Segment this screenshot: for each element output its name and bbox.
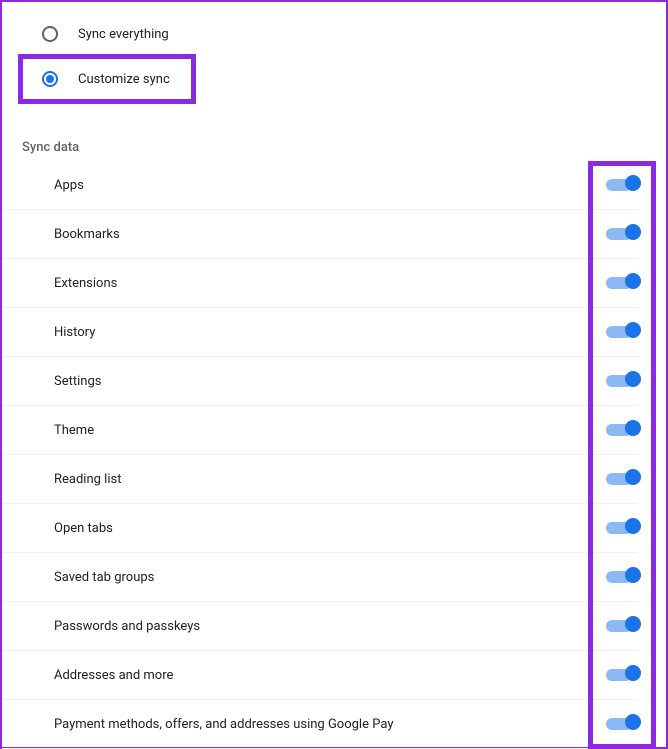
- sync-mode-options: Sync everything Customize sync: [2, 14, 666, 120]
- sync-label: Passwords and passkeys: [54, 619, 200, 634]
- toggle-theme[interactable]: [606, 422, 638, 438]
- toggle-passwords[interactable]: [606, 618, 638, 634]
- sync-row-history: History: [2, 308, 638, 357]
- radio-row-customize-sync[interactable]: Customize sync: [18, 54, 196, 104]
- toggle-thumb: [625, 273, 641, 289]
- toggle-thumb: [625, 175, 641, 191]
- radio-label-customize-sync: Customize sync: [78, 72, 170, 87]
- sync-data-list: Apps Bookmarks Extensions History Settin…: [2, 161, 666, 749]
- toggle-saved-tab-groups[interactable]: [606, 569, 638, 585]
- sync-row-saved-tab-groups: Saved tab groups: [2, 553, 638, 602]
- toggle-open-tabs[interactable]: [606, 520, 638, 536]
- sync-row-passwords: Passwords and passkeys: [2, 602, 638, 651]
- toggle-settings[interactable]: [606, 373, 638, 389]
- sync-label: Bookmarks: [54, 227, 120, 242]
- toggle-thumb: [625, 371, 641, 387]
- sync-row-open-tabs: Open tabs: [2, 504, 638, 553]
- toggle-payment-methods[interactable]: [606, 716, 638, 732]
- sync-row-theme: Theme: [2, 406, 638, 455]
- toggle-addresses[interactable]: [606, 667, 638, 683]
- toggle-thumb: [625, 322, 641, 338]
- sync-data-header: Sync data: [2, 120, 666, 161]
- toggle-thumb: [625, 469, 641, 485]
- toggle-thumb: [625, 420, 641, 436]
- sync-label: Addresses and more: [54, 668, 173, 683]
- toggle-thumb: [625, 665, 641, 681]
- sync-label: Saved tab groups: [54, 570, 154, 585]
- toggle-thumb: [625, 616, 641, 632]
- sync-row-apps: Apps: [2, 161, 638, 210]
- toggle-thumb: [625, 224, 641, 240]
- radio-row-sync-everything[interactable]: Sync everything: [2, 14, 666, 54]
- radio-label-sync-everything: Sync everything: [78, 27, 169, 42]
- toggle-thumb: [625, 518, 641, 534]
- toggle-extensions[interactable]: [606, 275, 638, 291]
- sync-row-reading-list: Reading list: [2, 455, 638, 504]
- toggle-reading-list[interactable]: [606, 471, 638, 487]
- sync-row-payment-methods: Payment methods, offers, and addresses u…: [2, 700, 638, 749]
- sync-label: History: [54, 325, 95, 340]
- sync-row-bookmarks: Bookmarks: [2, 210, 638, 259]
- sync-label: Extensions: [54, 276, 117, 291]
- radio-inner-dot: [46, 75, 54, 83]
- sync-label: Open tabs: [54, 521, 113, 536]
- sync-label: Apps: [54, 178, 84, 193]
- sync-label: Theme: [54, 423, 94, 438]
- sync-label: Settings: [54, 374, 101, 389]
- radio-icon-selected: [42, 71, 58, 87]
- sync-row-settings: Settings: [2, 357, 638, 406]
- toggle-thumb: [625, 567, 641, 583]
- sync-row-addresses: Addresses and more: [2, 651, 638, 700]
- toggle-bookmarks[interactable]: [606, 226, 638, 242]
- sync-row-extensions: Extensions: [2, 259, 638, 308]
- radio-icon: [42, 26, 58, 42]
- toggle-thumb: [625, 714, 641, 730]
- sync-label: Payment methods, offers, and addresses u…: [54, 717, 393, 732]
- toggle-history[interactable]: [606, 324, 638, 340]
- sync-label: Reading list: [54, 472, 121, 487]
- toggle-apps[interactable]: [606, 177, 638, 193]
